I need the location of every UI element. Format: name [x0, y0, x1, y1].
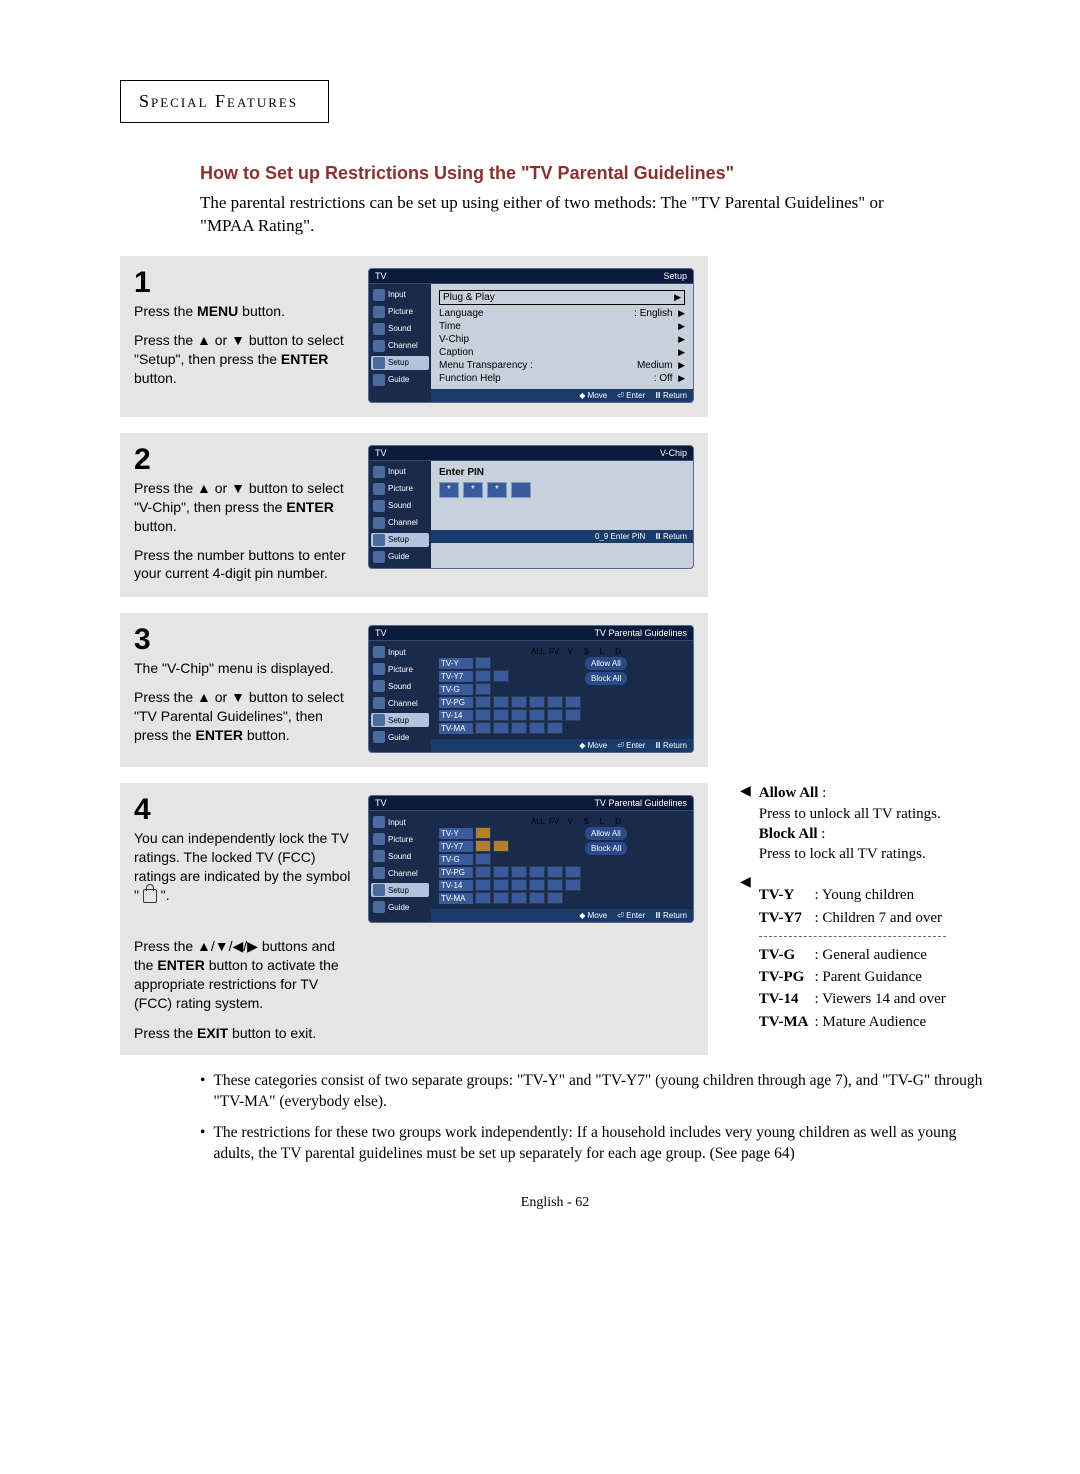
- channel-icon: [373, 340, 385, 352]
- guide-icon: [373, 731, 385, 743]
- sound-icon: [373, 500, 385, 512]
- section-header: Special Features: [120, 80, 329, 123]
- block-all-button: Block All: [585, 672, 627, 685]
- setup-icon: [373, 714, 385, 726]
- step-4-text-a: You can independently lock the TV rating…: [134, 829, 354, 905]
- picture-icon: [373, 306, 385, 318]
- pin-digit: [511, 482, 531, 498]
- step-4-text-b: Press the ▲/▼/◀/▶ buttons and the ENTER …: [134, 937, 354, 1013]
- pin-digit: *: [463, 482, 483, 498]
- sound-icon: [373, 680, 385, 692]
- channel-icon: [373, 867, 385, 879]
- sound-icon: [373, 323, 385, 335]
- footer-notes: •These categories consist of two separat…: [200, 1071, 990, 1165]
- picture-icon: [373, 833, 385, 845]
- page-title: How to Set up Restrictions Using the "TV…: [200, 163, 990, 184]
- guide-icon: [373, 374, 385, 386]
- setup-icon: [373, 534, 385, 546]
- pin-digit: *: [439, 482, 459, 498]
- input-icon: [373, 289, 385, 301]
- osd-setup-menu: TVSetup Input Picture Sound Channel Setu…: [368, 268, 694, 403]
- setup-icon: [373, 357, 385, 369]
- step-1: 1 Press the MENU button. Press the ▲ or …: [120, 256, 708, 417]
- step-3-text-b: Press the ▲ or ▼ button to select "TV Pa…: [134, 688, 354, 745]
- allow-all-button: Allow All: [585, 657, 627, 670]
- step-3-number: 3: [134, 625, 354, 655]
- rating-legend: ◀ Allow All : Press to unlock all TV rat…: [740, 783, 1060, 1033]
- osd-vchip-pin: TVV-Chip Input Picture Sound Channel Set…: [368, 445, 694, 569]
- osd-tvpg-grid: TVTV Parental Guidelines Input Picture S…: [368, 625, 694, 753]
- pin-digit: *: [487, 482, 507, 498]
- step-4: 4 You can independently lock the TV rati…: [120, 783, 708, 1055]
- step-2-text-a: Press the ▲ or ▼ button to select "V-Chi…: [134, 479, 354, 536]
- channel-icon: [373, 697, 385, 709]
- channel-icon: [373, 517, 385, 529]
- lock-icon: [143, 889, 157, 903]
- input-icon: [373, 816, 385, 828]
- step-2-number: 2: [134, 445, 354, 475]
- step-1-text-b: Press the ▲ or ▼ button to select "Setup…: [134, 331, 354, 388]
- block-all-button: Block All: [585, 842, 627, 855]
- step-1-number: 1: [134, 268, 354, 298]
- step-1-text-a: Press the MENU button.: [134, 302, 354, 321]
- step-2-text-b: Press the number buttons to enter your c…: [134, 546, 354, 584]
- intro-text: The parental restrictions can be set up …: [200, 192, 920, 238]
- step-3-text-a: The "V-Chip" menu is displayed.: [134, 659, 354, 678]
- input-icon: [373, 646, 385, 658]
- step-3: 3 The "V-Chip" menu is displayed. Press …: [120, 613, 708, 767]
- picture-icon: [373, 663, 385, 675]
- osd-tvpg-grid-locked: TVTV Parental Guidelines Input Picture S…: [368, 795, 694, 923]
- picture-icon: [373, 483, 385, 495]
- step-4-text-c: Press the EXIT button to exit.: [134, 1025, 694, 1041]
- guide-icon: [373, 901, 385, 913]
- setup-icon: [373, 884, 385, 896]
- allow-all-button: Allow All: [585, 827, 627, 840]
- section-header-text: Special Features: [139, 91, 298, 111]
- step-4-number: 4: [134, 795, 354, 825]
- input-icon: [373, 466, 385, 478]
- guide-icon: [373, 551, 385, 563]
- sound-icon: [373, 850, 385, 862]
- page-footer: English - 62: [120, 1195, 990, 1211]
- step-2: 2 Press the ▲ or ▼ button to select "V-C…: [120, 433, 708, 597]
